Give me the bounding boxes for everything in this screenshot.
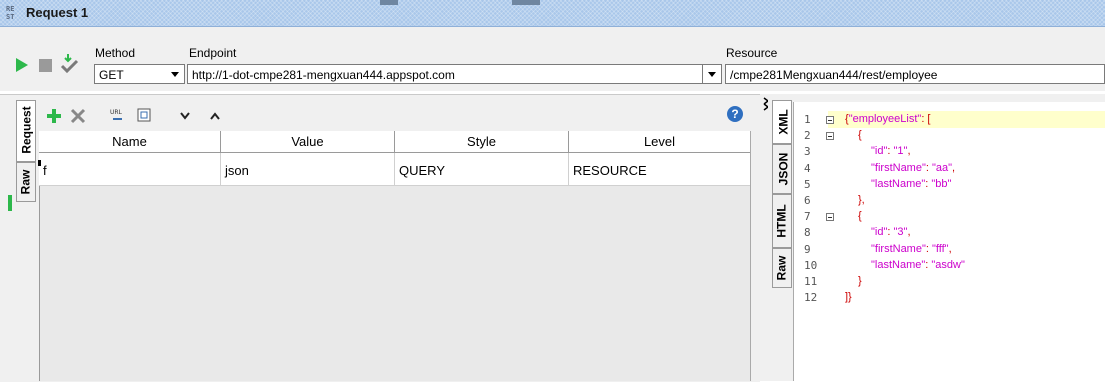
code-line: } (858, 275, 862, 287)
cell-name[interactable]: f (39, 153, 221, 186)
line-number: 8 (804, 226, 811, 240)
tab-request[interactable]: Request (16, 100, 36, 162)
code-line: {"employeeList": [ (845, 113, 931, 125)
copy-params-icon[interactable] (137, 108, 151, 122)
response-editor[interactable] (793, 102, 1105, 381)
method-value: GET (99, 68, 124, 82)
move-up-icon[interactable] (210, 112, 220, 120)
add-icon[interactable] (46, 108, 62, 124)
table-row: f json QUERY RESOURCE (39, 131, 751, 186)
row-cursor (38, 160, 41, 166)
tab-raw-response[interactable]: Raw (772, 248, 792, 288)
title-bar (0, 0, 1105, 27)
tab-html-label: HTML (774, 204, 789, 238)
tab-raw-label: Raw (18, 169, 33, 195)
tab-html[interactable]: HTML (772, 194, 792, 248)
line-number: 7 (804, 210, 811, 224)
line-number: 10 (804, 258, 818, 272)
method-select[interactable]: GET (94, 64, 185, 84)
line-number: 5 (804, 177, 811, 191)
fold-toggle-icon[interactable] (826, 213, 834, 222)
line-number: 11 (804, 275, 818, 288)
method-label: Method (95, 46, 136, 60)
tab-xml-label: XML (776, 109, 791, 135)
help-icon[interactable]: ? (727, 106, 743, 122)
run-icon[interactable] (15, 57, 29, 73)
line-number: 6 (804, 194, 811, 207)
url-encode-icon[interactable]: URL (110, 107, 126, 123)
title-bar-mark (380, 0, 398, 5)
chevron-down-icon (708, 72, 716, 77)
code-line: }, (858, 194, 865, 206)
fold-toggle-icon[interactable] (826, 116, 834, 124)
resource-input[interactable]: /cmpe281Mengxuan444/rest/employee (725, 64, 1105, 84)
code-line: "firstName": "aa", (871, 161, 956, 174)
window-title: Request 1 (26, 5, 89, 20)
endpoint-input[interactable]: http://1-dot-cmpe281-mengxuan444.appspot… (187, 64, 722, 84)
cell-style[interactable]: QUERY (395, 153, 569, 186)
endpoint-dropdown-button[interactable] (702, 64, 722, 84)
endpoint-value: http://1-dot-cmpe281-mengxuan444.appspot… (192, 68, 455, 82)
code-line: "lastName": "asdw" (871, 258, 965, 271)
code-line: "id": "3", (871, 226, 911, 239)
line-number: 9 (804, 242, 811, 256)
auth-check-icon[interactable] (60, 52, 80, 74)
resource-value: /cmpe281Mengxuan444/rest/employee (730, 68, 938, 82)
chevron-down-icon (171, 72, 179, 77)
code-line: "id": "1", (871, 145, 911, 158)
tab-json[interactable]: JSON (772, 144, 792, 194)
cell-level[interactable]: RESOURCE (569, 153, 751, 186)
tab-json-label: JSON (776, 152, 791, 186)
code-line: "lastName": "bb" (871, 177, 952, 190)
line-number: 2 (804, 129, 811, 143)
rest-icon: RE ST (6, 5, 15, 21)
endpoint-label: Endpoint (189, 46, 237, 60)
code-line: { (858, 129, 862, 142)
stop-icon[interactable] (39, 59, 52, 72)
remove-icon[interactable] (70, 108, 86, 124)
code-line: { (858, 210, 862, 223)
cell-value[interactable]: json (221, 153, 395, 186)
resource-label: Resource (726, 46, 778, 60)
title-bar-mark (512, 0, 540, 5)
tab-request-label: Request (19, 106, 34, 154)
panel-splitter[interactable] (760, 94, 768, 381)
line-number: 1 (804, 113, 811, 126)
tab-raw[interactable]: Raw (16, 162, 36, 202)
tab-xml[interactable]: XML (772, 100, 792, 144)
code-line: "firstName": "fff", (871, 242, 952, 255)
tab-raw-response-label: Raw (774, 255, 789, 281)
svg-text:URL: URL (110, 109, 123, 116)
splitter-indicator (8, 195, 12, 211)
code-line: ]} (845, 291, 852, 304)
move-down-icon[interactable] (180, 112, 190, 120)
line-number: 3 (804, 145, 811, 159)
line-number: 12 (804, 291, 818, 305)
line-number: 4 (804, 161, 811, 175)
fold-toggle-icon[interactable] (826, 132, 834, 141)
